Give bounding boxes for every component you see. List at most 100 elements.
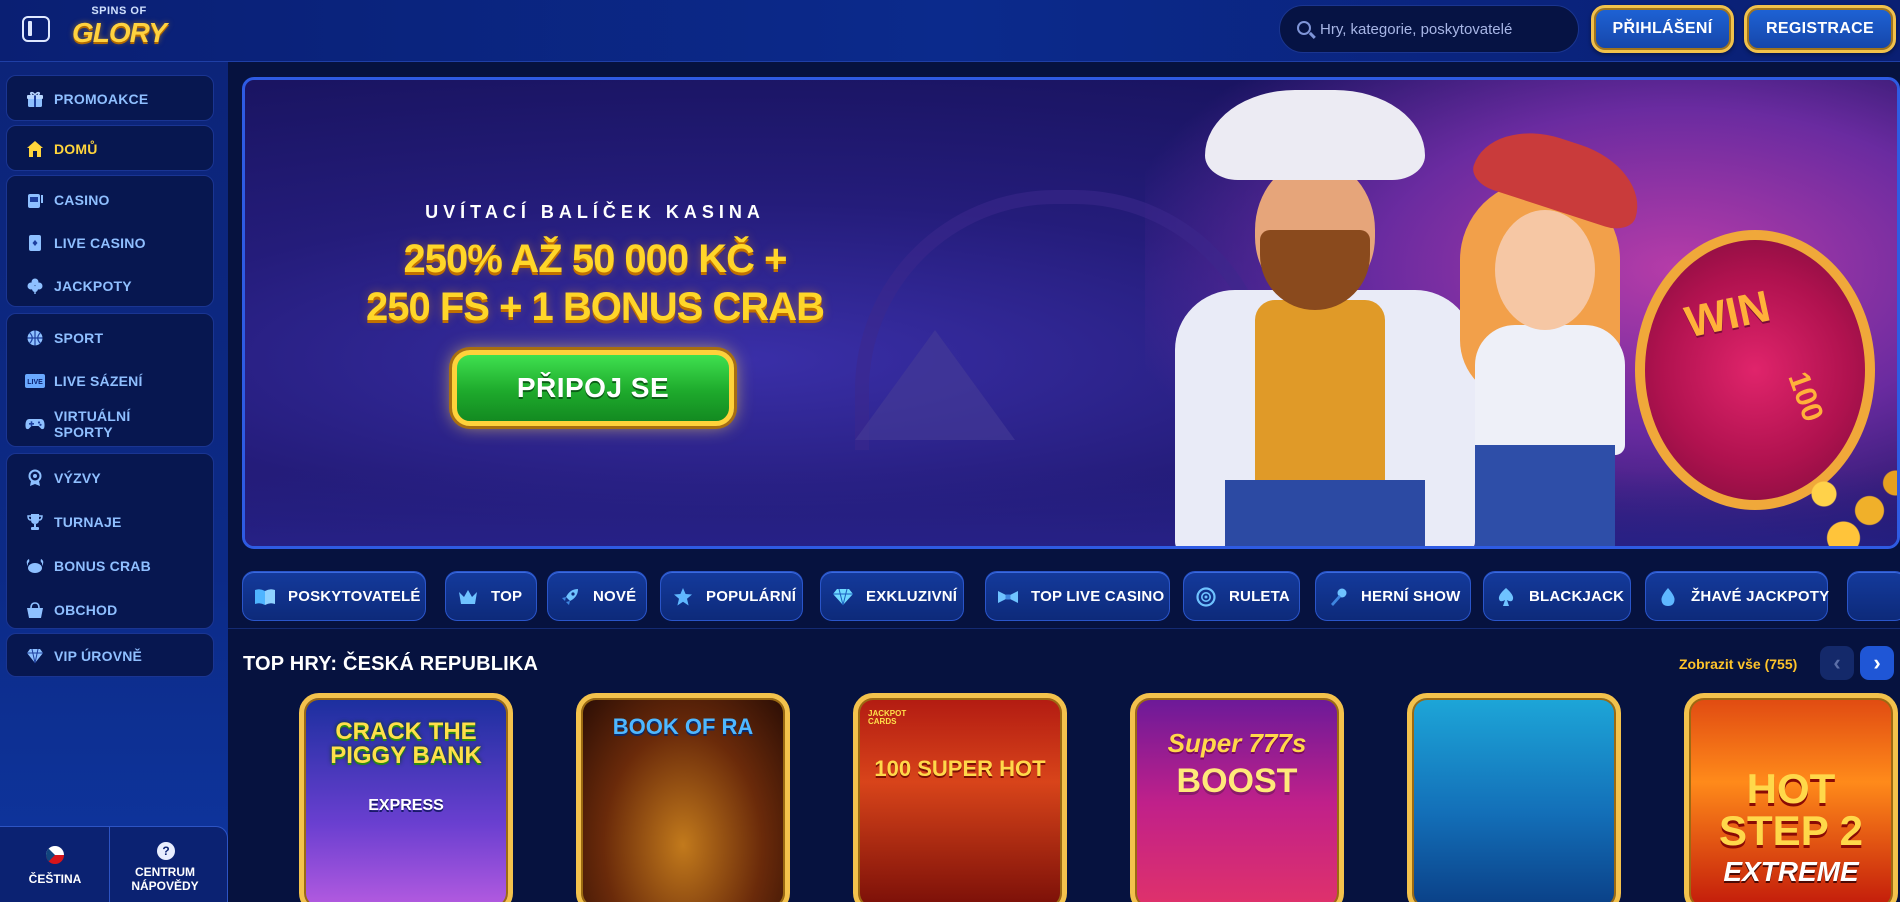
category-exkluzivni[interactable]: EXKLUZIVNÍ [820,571,964,621]
game-card-underwater[interactable] [1407,693,1621,902]
category-bar: POSKYTOVATELÉ TOP NOVÉ POPULÁRNÍ EXKLUZI… [228,563,1900,629]
join-button[interactable]: PŘIPOJ SE [452,350,734,426]
sidebar-toggle-icon[interactable] [22,16,50,42]
nav-group-promo: PROMOAKCE [6,75,214,121]
flame-drop-icon [1656,585,1680,609]
help-center-label: CENTRUM NÁPOVĚDY [131,865,199,893]
diamond-icon [25,646,45,666]
banner-headline-line1: 250% AŽ 50 000 KČ + [403,237,787,281]
site-logo[interactable]: SPINS OF GLORY [72,4,167,56]
gift-icon [25,89,45,109]
category-label: RULETA [1229,588,1290,605]
game-title: CRACK THE PIGGY BANK [330,718,482,769]
cowgirl-jeans [1475,445,1615,546]
bowtie-icon [996,585,1020,609]
category-label: EXKLUZIVNÍ [866,588,958,605]
carousel-next-button[interactable]: › [1860,646,1894,680]
carousel-prev-button[interactable]: ‹ [1820,646,1854,680]
slot-machine-icon [25,190,45,210]
promo-banner[interactable]: UVÍTACÍ BALÍČEK KASINA 250% AŽ 50 000 KČ… [242,77,1900,549]
game-card-100-super-hot[interactable]: JACKPOT CARDS 100 SUPER HOT [853,693,1067,902]
banner-kicker: UVÍTACÍ BALÍČEK KASINA [425,202,765,222]
category-poskytovatele[interactable]: POSKYTOVATELÉ [242,571,426,621]
help-center-button[interactable]: ? CENTRUM NÁPOVĚDY [110,827,220,902]
game-card-crack-the-piggy-bank[interactable]: CRACK THE PIGGY BANK EXPRESS [299,693,513,902]
nav-group-casino: CASINO LIVE CASINO JACKPOTY [6,175,214,307]
game-subtitle: EXTREME [1723,856,1859,887]
category-zhave-jackpoty[interactable]: ŽHAVÉ JACKPOTY [1645,571,1830,621]
sidebar-item-sport[interactable]: SPORT [7,318,215,358]
search-bar[interactable] [1279,5,1579,53]
sidebar-item-vyzvy[interactable]: VÝZVY [7,458,215,498]
question-icon: ? [157,842,175,860]
register-button[interactable]: REGISTRACE [1744,5,1896,53]
svg-text:LIVE: LIVE [27,379,43,386]
sidebar-item-bonus-crab[interactable]: BONUS CRAB [7,546,215,586]
category-popularni[interactable]: POPULÁRNÍ [660,571,803,621]
sidebar-item-label: BONUS CRAB [54,558,151,574]
gem-icon [831,585,855,609]
sidebar-item-live-casino[interactable]: LIVE CASINO [7,223,215,263]
category-label: POSKYTOVATELÉ [288,588,421,605]
nav-group-home: DOMŮ [6,125,214,171]
gamepad-icon [25,414,45,434]
game-title: Super 777s [1167,728,1307,758]
language-label: ČEŠTINA [28,872,82,886]
language-button[interactable]: ČEŠTINA [0,827,110,902]
category-overflow-chip[interactable] [1847,571,1900,621]
sidebar-item-label: JACKPOTY [54,278,132,294]
live-badge-icon: LIVE [25,371,45,391]
crab-icon [25,556,45,576]
sidebar-item-turnaje[interactable]: TURNAJE [7,502,215,542]
sidebar-item-promoakce[interactable]: PROMOAKCE [7,79,215,119]
category-ruleta[interactable]: RULETA [1183,571,1300,621]
category-top[interactable]: TOP [445,571,537,621]
category-top-live-casino[interactable]: TOP LIVE CASINO [985,571,1170,621]
category-blackjack[interactable]: BLACKJACK [1483,571,1631,621]
sidebar-item-label: CASINO [54,192,110,208]
roulette-icon [1194,585,1218,609]
category-nove[interactable]: NOVÉ [547,571,647,621]
sidebar-item-live-sazeni[interactable]: LIVE LIVE SÁZENÍ [7,361,215,401]
sidebar-item-jackpoty[interactable]: JACKPOTY [7,266,215,306]
nav-group-vip: VIP ÚROVNĚ [6,633,214,677]
cowboy-jeans [1225,480,1425,546]
sidebar-footer: ČEŠTINA ? CENTRUM NÁPOVĚDY [0,826,228,902]
login-button[interactable]: PŘIHLÁŠENÍ [1591,5,1734,53]
game-card-book-of-ra[interactable]: BOOK OF RA [576,693,790,902]
banner-headline-line2: 250 FS + 1 BONUS CRAB [365,285,825,329]
game-card-hot-step-2-extreme[interactable]: HOT STEP 2 EXTREME [1684,693,1898,902]
star-icon [671,585,695,609]
category-label: POPULÁRNÍ [706,588,797,605]
challenge-icon [25,468,45,488]
spade-icon [1494,585,1518,609]
sidebar-item-label: OBCHOD [54,602,118,618]
banner-ground [245,470,1897,546]
category-herni-show[interactable]: HERNÍ SHOW [1315,571,1471,621]
sidebar-item-label: LIVE CASINO [54,235,146,251]
search-input[interactable] [1320,6,1570,52]
category-label: ŽHAVÉ JACKPOTY [1691,588,1830,605]
sidebar-item-label: VIP ÚROVNĚ [54,648,143,664]
cowgirl-character [1475,325,1625,455]
game-card-super-777s-boost[interactable]: Super 777s BOOST [1130,693,1344,902]
sidebar-item-virtualni-sporty[interactable]: VIRTUÁLNÍ SPORTY [7,402,215,446]
playing-card-icon [25,233,45,253]
chevron-left-icon: ‹ [1833,650,1841,675]
sidebar-item-obchod[interactable]: OBCHOD [7,590,215,630]
sidebar-item-casino[interactable]: CASINO [7,180,215,220]
chevron-right-icon: › [1873,650,1881,675]
nav-group-rewards: VÝZVY TURNAJE BONUS CRAB OBCHOD [6,453,214,629]
basket-icon [25,600,45,620]
sidebar-item-label: PROMOAKCE [54,91,149,107]
category-label: HERNÍ SHOW [1361,588,1461,605]
section-title-top-games: TOP HRY: ČESKÁ REPUBLIKA [243,653,539,675]
sidebar-item-domu[interactable]: DOMŮ [7,129,215,169]
game-title: 100 SUPER HOT [874,756,1046,781]
nav-group-sport: SPORT LIVE LIVE SÁZENÍ VIRTUÁLNÍ SPORTY [6,313,214,447]
game-title: HOT STEP 2 [1719,765,1863,854]
cowgirl-face [1495,210,1595,330]
czech-flag-icon [46,846,64,864]
view-all-link[interactable]: Zobrazit vše (755) [1679,656,1797,672]
sidebar-item-vip-urovne[interactable]: VIP ÚROVNĚ [7,636,215,676]
